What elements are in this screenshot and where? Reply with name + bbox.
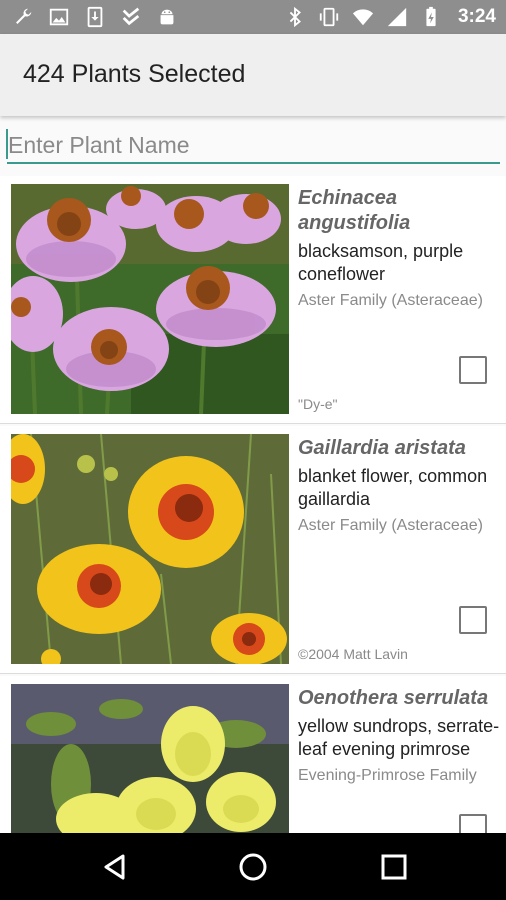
scientific-name: Gaillardia aristata — [298, 437, 466, 459]
plant-family: Aster Family (Asteraceae) — [298, 292, 483, 309]
common-name: blanket flower, common gaillardia — [298, 466, 488, 509]
app-bar: 424 Plants Selected — [0, 34, 506, 116]
navigation-bar — [0, 833, 506, 900]
plant-photo — [11, 434, 289, 664]
wrench-icon — [16, 8, 32, 24]
search-input[interactable] — [7, 124, 500, 164]
vibrate-icon — [319, 7, 339, 27]
list-item[interactable]: Gaillardia aristata blanket flower, comm… — [0, 426, 506, 674]
photo-credit: "Dy-e" — [298, 396, 338, 412]
image-icon — [49, 8, 69, 26]
common-name: blacksamson, purple coneflower — [298, 241, 464, 284]
status-time: 3:24 — [457, 6, 496, 27]
text-cursor — [6, 129, 8, 159]
plant-info: Echinacea angustifolia blacksamson, purp… — [298, 186, 502, 313]
select-checkbox[interactable] — [459, 814, 487, 833]
plant-info: Gaillardia aristata blanket flower, comm… — [298, 436, 502, 538]
check-icon — [122, 7, 140, 26]
home-icon[interactable] — [237, 851, 269, 883]
select-checkbox[interactable] — [459, 356, 487, 384]
select-checkbox[interactable] — [459, 606, 487, 634]
download-icon — [87, 6, 103, 28]
search-field[interactable] — [7, 124, 500, 166]
plant-family: Aster Family (Asteraceae) — [298, 517, 483, 534]
plant-family: Evening-Primrose Family — [298, 767, 477, 784]
plant-list[interactable]: Echinacea angustifolia blacksamson, purp… — [0, 176, 506, 833]
plant-photo — [11, 684, 289, 833]
wifi-icon — [352, 9, 374, 26]
list-item[interactable]: Oenothera serrulata yellow sundrops, ser… — [0, 676, 506, 833]
scientific-name: Oenothera serrulata — [298, 687, 489, 709]
status-bar: 3:24 — [0, 0, 506, 34]
recents-icon[interactable] — [378, 851, 410, 883]
back-icon[interactable] — [99, 851, 131, 883]
page-title: 424 Plants Selected — [23, 60, 246, 88]
scientific-name: Echinacea angustifolia — [298, 187, 411, 234]
battery-icon — [426, 6, 436, 27]
android-icon — [160, 9, 174, 25]
photo-credit: ©2004 Matt Lavin — [298, 646, 408, 662]
list-item[interactable]: Echinacea angustifolia blacksamson, purp… — [0, 176, 506, 424]
plant-photo — [11, 184, 289, 414]
common-name: yellow sundrops, serrate-leaf evening pr… — [298, 716, 500, 759]
signal-icon — [387, 7, 407, 27]
bluetooth-icon — [289, 6, 301, 28]
plant-info: Oenothera serrulata yellow sundrops, ser… — [298, 686, 502, 788]
